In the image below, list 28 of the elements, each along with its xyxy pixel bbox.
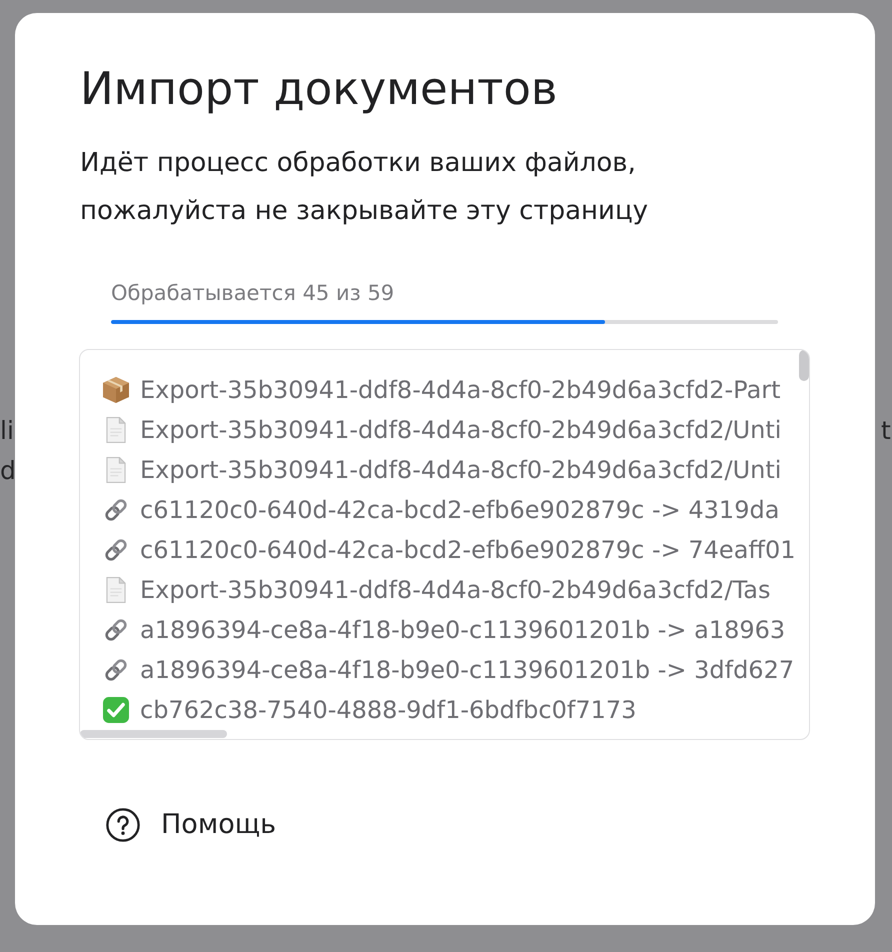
horizontal-scrollbar-thumb[interactable] [80, 730, 227, 738]
log-entry: Export-35b30941-ddf8-4d4a-8cf0-2b49d6a3cfd2/Unti [140, 415, 782, 445]
log-entry: cb762c38-7540-4888-9df1-6bdfbc0f7173 [140, 695, 636, 725]
file-icon [106, 417, 126, 443]
log-entry: c61120c0-640d-42ca-bcd2-efb6e902879c -> 4319da [140, 495, 780, 525]
file-icon [106, 457, 126, 483]
log-entry: c61120c0-640d-42ca-bcd2-efb6e902879c -> 74eaff01 [140, 535, 796, 565]
package-icon [103, 377, 129, 403]
log-entry: a1896394-ce8a-4f18-b9e0-c1139601201b -> 3dfd627 [140, 655, 794, 685]
vertical-scrollbar-thumb[interactable] [799, 350, 809, 381]
file-icon [106, 577, 126, 603]
progress-label: Обрабатывается 45 из 59 [111, 280, 396, 307]
log-entry: a1896394-ce8a-4f18-b9e0-c1139601201b -> a18963 [140, 615, 786, 645]
background-text: li [0, 415, 15, 447]
help-link[interactable]: Помощь [106, 808, 276, 842]
check-icon [103, 697, 129, 723]
link-icon [103, 657, 129, 683]
background-text: d [0, 455, 16, 487]
log-entry: Export-35b30941-ddf8-4d4a-8cf0-2b49d6a3cfd2/Tas [140, 575, 770, 605]
log-entry: Export-35b30941-ddf8-4d4a-8cf0-2b49d6a3cfd2-Part [140, 375, 781, 405]
dialog-message: Идёт процесс обработки ваших файлов, пожалуйста не закрывайте эту страницу [80, 147, 650, 228]
help-icon [106, 808, 140, 842]
background-text: t [881, 415, 891, 447]
link-icon [103, 617, 129, 643]
log-entry: Export-35b30941-ddf8-4d4a-8cf0-2b49d6a3cfd2/Unti [140, 455, 782, 485]
link-icon [103, 497, 129, 523]
link-icon [103, 537, 129, 563]
dialog-title: Импорт документов [80, 63, 558, 115]
